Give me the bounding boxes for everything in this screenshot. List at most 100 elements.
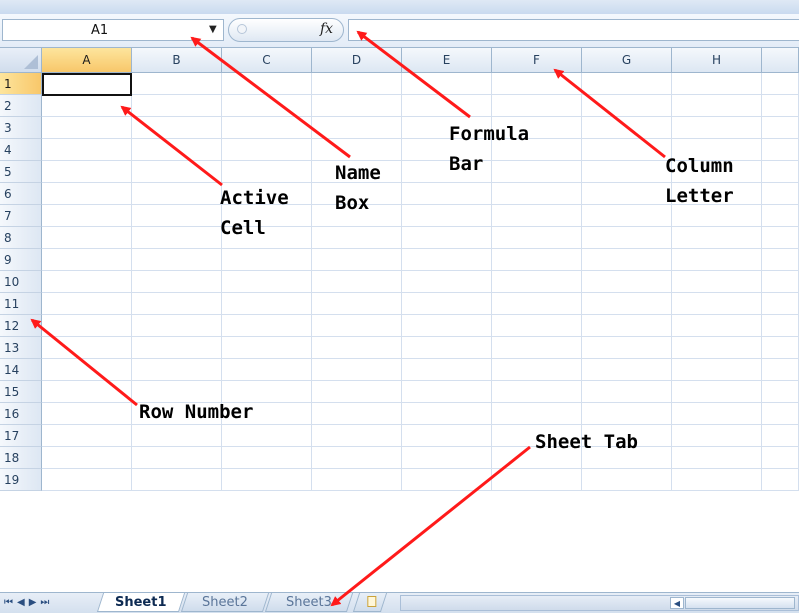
row-header-9[interactable]: 9 bbox=[0, 249, 42, 271]
cell-e8[interactable] bbox=[402, 227, 492, 249]
cell-b6[interactable] bbox=[132, 183, 222, 205]
cell-b19[interactable] bbox=[132, 469, 222, 491]
cell-b17[interactable] bbox=[132, 425, 222, 447]
cell-c4[interactable] bbox=[222, 139, 312, 161]
cell-x13[interactable] bbox=[762, 337, 799, 359]
cell-h11[interactable] bbox=[672, 293, 762, 315]
row-header-17[interactable]: 17 bbox=[0, 425, 42, 447]
cell-f11[interactable] bbox=[492, 293, 582, 315]
cell-g4[interactable] bbox=[582, 139, 672, 161]
cell-g13[interactable] bbox=[582, 337, 672, 359]
cell-a11[interactable] bbox=[42, 293, 132, 315]
cell-a16[interactable] bbox=[42, 403, 132, 425]
cell-b7[interactable] bbox=[132, 205, 222, 227]
cell-x1[interactable] bbox=[762, 73, 799, 95]
cell-x4[interactable] bbox=[762, 139, 799, 161]
cell-d9[interactable] bbox=[312, 249, 402, 271]
cell-f2[interactable] bbox=[492, 95, 582, 117]
cell-e6[interactable] bbox=[402, 183, 492, 205]
cell-d2[interactable] bbox=[312, 95, 402, 117]
cell-g8[interactable] bbox=[582, 227, 672, 249]
cell-d18[interactable] bbox=[312, 447, 402, 469]
cell-e18[interactable] bbox=[402, 447, 492, 469]
cell-x14[interactable] bbox=[762, 359, 799, 381]
row-header-1[interactable]: 1 bbox=[0, 73, 42, 95]
cell-f12[interactable] bbox=[492, 315, 582, 337]
cell-f14[interactable] bbox=[492, 359, 582, 381]
cell-f10[interactable] bbox=[492, 271, 582, 293]
column-header-a[interactable]: A bbox=[42, 48, 132, 73]
cell-d12[interactable] bbox=[312, 315, 402, 337]
cell-h12[interactable] bbox=[672, 315, 762, 337]
row-header-10[interactable]: 10 bbox=[0, 271, 42, 293]
cell-g14[interactable] bbox=[582, 359, 672, 381]
cell-g16[interactable] bbox=[582, 403, 672, 425]
cell-h3[interactable] bbox=[672, 117, 762, 139]
cell-g10[interactable] bbox=[582, 271, 672, 293]
cell-f1[interactable] bbox=[492, 73, 582, 95]
cell-e11[interactable] bbox=[402, 293, 492, 315]
cell-a19[interactable] bbox=[42, 469, 132, 491]
cell-g9[interactable] bbox=[582, 249, 672, 271]
formula-input[interactable] bbox=[348, 19, 799, 41]
cell-e14[interactable] bbox=[402, 359, 492, 381]
cell-b5[interactable] bbox=[132, 161, 222, 183]
cell-a2[interactable] bbox=[42, 95, 132, 117]
cell-b4[interactable] bbox=[132, 139, 222, 161]
sheet-tab-sheet2[interactable]: Sheet2 bbox=[180, 593, 270, 612]
row-header-16[interactable]: 16 bbox=[0, 403, 42, 425]
cell-b1[interactable] bbox=[132, 73, 222, 95]
cell-h13[interactable] bbox=[672, 337, 762, 359]
cell-g19[interactable] bbox=[582, 469, 672, 491]
column-header-g[interactable]: G bbox=[582, 48, 672, 73]
cell-c14[interactable] bbox=[222, 359, 312, 381]
cell-a4[interactable] bbox=[42, 139, 132, 161]
row-header-2[interactable]: 2 bbox=[0, 95, 42, 117]
cell-x7[interactable] bbox=[762, 205, 799, 227]
column-header-f[interactable]: F bbox=[492, 48, 582, 73]
cell-e17[interactable] bbox=[402, 425, 492, 447]
row-header-11[interactable]: 11 bbox=[0, 293, 42, 315]
cell-f7[interactable] bbox=[492, 205, 582, 227]
cell-f16[interactable] bbox=[492, 403, 582, 425]
scroll-left-icon[interactable]: ◀ bbox=[670, 597, 684, 609]
cell-e7[interactable] bbox=[402, 205, 492, 227]
cell-c17[interactable] bbox=[222, 425, 312, 447]
column-header-h[interactable]: H bbox=[672, 48, 762, 73]
row-header-19[interactable]: 19 bbox=[0, 469, 42, 491]
cell-x5[interactable] bbox=[762, 161, 799, 183]
cell-c13[interactable] bbox=[222, 337, 312, 359]
cell-a9[interactable] bbox=[42, 249, 132, 271]
cell-x3[interactable] bbox=[762, 117, 799, 139]
cell-x15[interactable] bbox=[762, 381, 799, 403]
cell-g15[interactable] bbox=[582, 381, 672, 403]
cell-a8[interactable] bbox=[42, 227, 132, 249]
cell-a15[interactable] bbox=[42, 381, 132, 403]
cell-f6[interactable] bbox=[492, 183, 582, 205]
cell-c11[interactable] bbox=[222, 293, 312, 315]
cell-h9[interactable] bbox=[672, 249, 762, 271]
cell-e9[interactable] bbox=[402, 249, 492, 271]
cell-b10[interactable] bbox=[132, 271, 222, 293]
cell-e19[interactable] bbox=[402, 469, 492, 491]
cell-c1[interactable] bbox=[222, 73, 312, 95]
cell-h15[interactable] bbox=[672, 381, 762, 403]
cell-h19[interactable] bbox=[672, 469, 762, 491]
cell-f13[interactable] bbox=[492, 337, 582, 359]
cell-g7[interactable] bbox=[582, 205, 672, 227]
cell-a13[interactable] bbox=[42, 337, 132, 359]
sheet-tab-sheet1[interactable]: Sheet1 bbox=[96, 593, 186, 612]
column-header-e[interactable]: E bbox=[402, 48, 492, 73]
row-header-18[interactable]: 18 bbox=[0, 447, 42, 469]
cell-e13[interactable] bbox=[402, 337, 492, 359]
cell-f15[interactable] bbox=[492, 381, 582, 403]
cell-h16[interactable] bbox=[672, 403, 762, 425]
cell-h18[interactable] bbox=[672, 447, 762, 469]
cell-h17[interactable] bbox=[672, 425, 762, 447]
column-header-b[interactable]: B bbox=[132, 48, 222, 73]
cell-x6[interactable] bbox=[762, 183, 799, 205]
cell-h2[interactable] bbox=[672, 95, 762, 117]
column-header-c[interactable]: C bbox=[222, 48, 312, 73]
row-header-5[interactable]: 5 bbox=[0, 161, 42, 183]
row-header-7[interactable]: 7 bbox=[0, 205, 42, 227]
